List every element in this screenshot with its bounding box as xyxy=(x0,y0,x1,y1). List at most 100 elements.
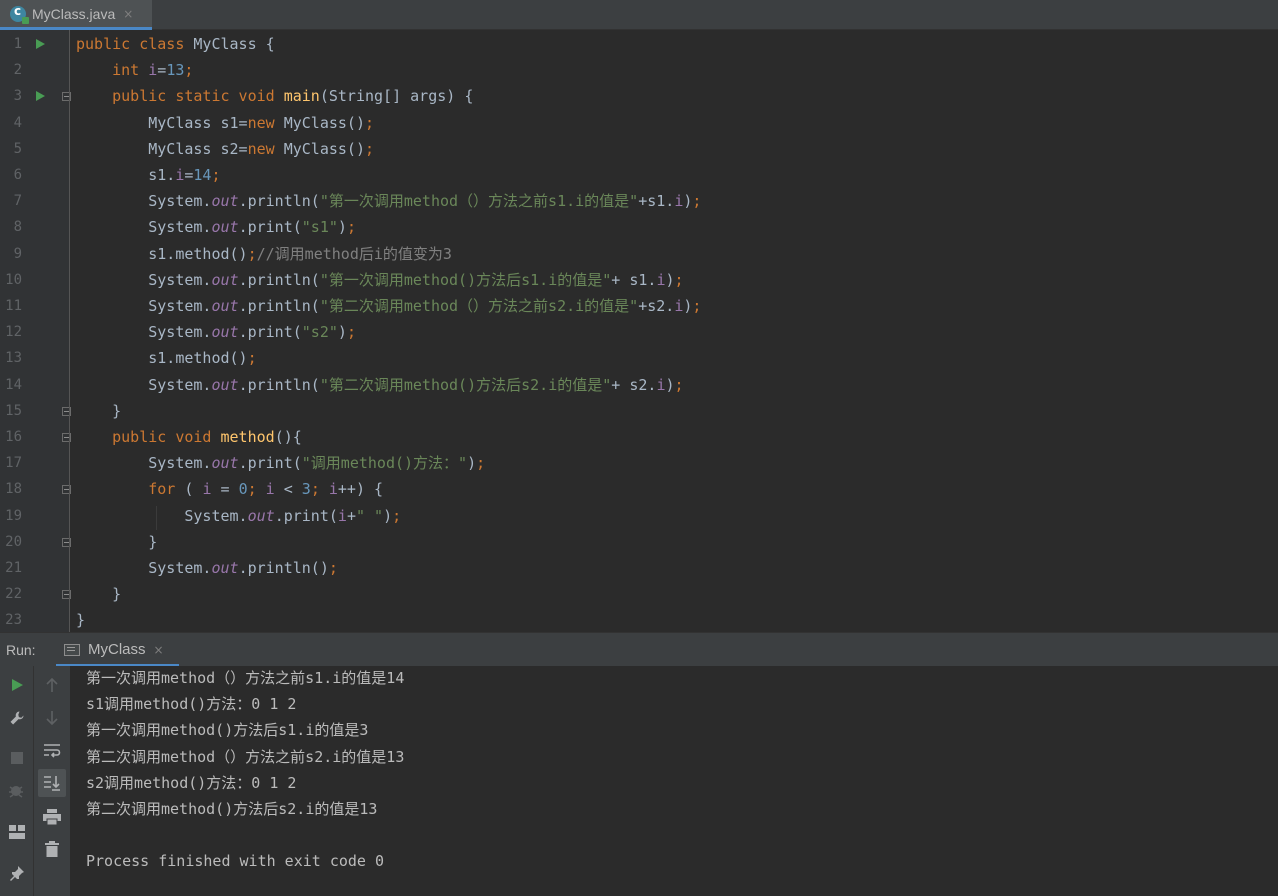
code-token: "s1" xyxy=(301,218,338,237)
code-token: ; xyxy=(365,113,375,132)
code-token: ) xyxy=(665,270,675,289)
code-line[interactable]: int i=13; xyxy=(76,57,193,83)
layout-icon[interactable] xyxy=(6,821,28,843)
run-tab-myclass[interactable]: MyClass × xyxy=(56,635,179,667)
close-icon[interactable]: × xyxy=(123,7,133,21)
code-line[interactable]: System.out.println(); xyxy=(76,555,338,581)
code-token: .print( xyxy=(238,454,302,473)
close-icon[interactable]: × xyxy=(154,643,164,657)
run-gutter-icon[interactable] xyxy=(36,91,45,102)
code-token: + s1. xyxy=(611,270,657,289)
line-number: 20 xyxy=(5,533,22,550)
code-token: new xyxy=(247,139,284,158)
code-token: out xyxy=(211,323,239,342)
code-line[interactable]: } xyxy=(76,607,85,632)
stop-icon[interactable] xyxy=(6,747,28,769)
code-token: "第二次调用method()方法后s2.i的值是" xyxy=(319,375,612,394)
code-line[interactable]: public static void main(String[] args) { xyxy=(76,83,473,109)
java-class-icon xyxy=(10,4,29,24)
code-token: } xyxy=(76,401,122,420)
code-token: ) xyxy=(665,375,675,394)
code-line[interactable]: System.out.println("第一次调用method（）方法之前s1.… xyxy=(76,188,701,214)
rerun-icon[interactable] xyxy=(6,674,28,696)
code-token: main xyxy=(283,87,320,106)
line-number: 6 xyxy=(13,167,22,183)
code-token: System. xyxy=(76,323,212,342)
code-line[interactable]: } xyxy=(76,581,121,607)
code-token: out xyxy=(211,297,239,315)
run-gutter-icon[interactable] xyxy=(36,39,45,49)
console-line: s1调用method()方法：0 1 2 xyxy=(86,695,297,714)
code-token: = xyxy=(157,61,167,80)
code-token: out xyxy=(211,559,239,577)
editor-tab-myclass[interactable]: MyClass.java × xyxy=(0,0,152,30)
code-editor[interactable]: 1 2 3 4 5 6 7 8 9 10 11 12 13 14 15 16 17 18 19 20 21 22 23 pu… xyxy=(0,30,1278,632)
code-line[interactable]: MyClass s1=new MyClass(); xyxy=(76,110,374,136)
code-line[interactable]: for ( i = 0; i < 3; i++) { xyxy=(76,476,383,502)
line-number: 17 xyxy=(5,455,22,472)
code-line[interactable]: public void method(){ xyxy=(76,424,302,450)
code-token: i xyxy=(265,480,275,499)
line-number: 22 xyxy=(5,586,22,603)
code-token: System. xyxy=(76,192,212,211)
code-token: (String[] args) { xyxy=(319,87,474,106)
wrench-icon[interactable] xyxy=(6,707,28,729)
code-token: System. xyxy=(76,454,212,473)
code-line[interactable]: s1.i=14; xyxy=(76,162,221,188)
code-token: s1.method() xyxy=(76,349,248,368)
code-token: "第一次调用method（）方法之前s1.i的值是" xyxy=(319,192,639,211)
line-number: 11 xyxy=(5,298,22,314)
code-line[interactable]: s1.method(); xyxy=(76,345,256,371)
debug-icon[interactable] xyxy=(6,780,28,802)
code-token: "第二次调用method（）方法之前s2.i的值是" xyxy=(319,297,639,315)
line-number: 23 xyxy=(5,612,22,629)
code-token: .println( xyxy=(238,192,320,211)
run-panel-header: Run: MyClass × xyxy=(0,632,1278,667)
code-line[interactable]: MyClass s2=new MyClass(); xyxy=(76,136,374,162)
line-number: 14 xyxy=(5,376,22,393)
editor-tab-label: MyClass.java xyxy=(32,5,116,22)
code-line[interactable]: System.out.print("调用method()方法："); xyxy=(76,450,485,476)
code-token: ; xyxy=(365,139,375,158)
soft-wrap-icon[interactable] xyxy=(41,740,63,762)
code-line[interactable]: } xyxy=(76,398,121,424)
code-token: .println( xyxy=(238,270,320,289)
code-token: for xyxy=(148,480,185,499)
code-token: System. xyxy=(76,506,248,525)
code-line[interactable]: System.out.print("s2"); xyxy=(76,319,356,345)
line-number: 3 xyxy=(13,88,22,105)
arrow-up-icon[interactable] xyxy=(41,674,63,696)
code-token: .print( xyxy=(238,323,302,342)
line-gutter: 1 2 3 4 5 6 7 8 9 10 11 12 13 14 15 16 17 18 19 20 21 22 23 xyxy=(0,30,71,632)
code-line[interactable]: System.out.print("s1"); xyxy=(76,214,356,240)
arrow-down-icon[interactable] xyxy=(41,707,63,729)
code-line[interactable]: System.out.println("第二次调用method()方法后s2.i… xyxy=(76,372,683,398)
code-token: + s2. xyxy=(611,375,657,394)
code-token: ; xyxy=(328,559,338,577)
line-number: 9 xyxy=(13,245,22,262)
console-line: 第二次调用method（）方法之前s2.i的值是13 xyxy=(86,747,405,766)
print-icon[interactable] xyxy=(41,806,63,828)
code-token: i xyxy=(328,480,338,499)
code-token: MyClass() xyxy=(283,139,365,158)
code-line[interactable]: s1.method();//调用method后i的值变为3 xyxy=(76,241,452,267)
indent-guide xyxy=(156,505,157,530)
code-token: ; xyxy=(310,480,329,499)
trash-icon[interactable] xyxy=(41,838,63,860)
code-token: out xyxy=(211,375,239,394)
line-number: 18 xyxy=(5,481,22,498)
line-number: 7 xyxy=(13,193,22,210)
code-line[interactable]: } xyxy=(76,529,157,555)
console-line: 第一次调用method()方法后s1.i的值是3 xyxy=(86,721,369,740)
code-line[interactable]: public class MyClass { xyxy=(76,31,275,57)
pin-icon[interactable] xyxy=(6,862,28,884)
code-line[interactable]: System.out.println("第一次调用method()方法后s1.i… xyxy=(76,267,683,293)
code-line[interactable]: System.out.print(i+" "); xyxy=(76,503,401,529)
code-token: i xyxy=(337,506,347,525)
line-number: 4 xyxy=(13,114,22,131)
code-line[interactable]: System.out.println("第二次调用method（）方法之前s2.… xyxy=(76,293,701,319)
code-token: MyClass s2= xyxy=(76,139,248,158)
code-token: .print( xyxy=(274,506,338,525)
scroll-to-end-icon[interactable] xyxy=(38,769,66,797)
code-token: ; xyxy=(211,166,221,184)
